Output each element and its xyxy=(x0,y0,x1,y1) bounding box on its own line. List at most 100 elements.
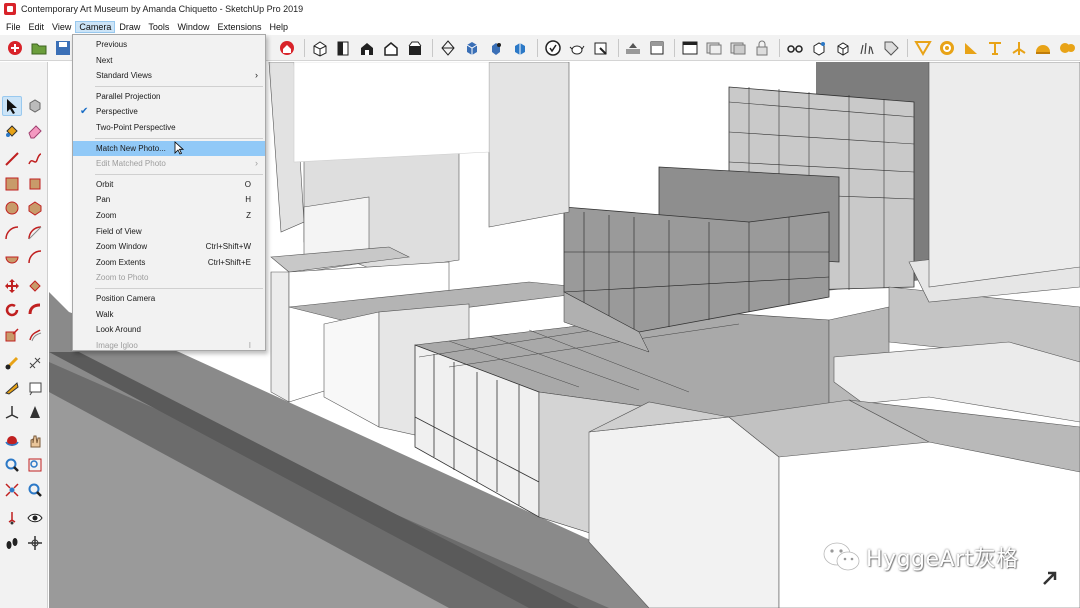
text-button[interactable] xyxy=(984,37,1006,59)
follow-me-tool[interactable] xyxy=(25,300,45,320)
menu-tools[interactable]: Tools xyxy=(144,21,173,33)
walk-tool[interactable] xyxy=(2,533,22,553)
three-point-arc-icon xyxy=(28,250,42,264)
helmet-button[interactable] xyxy=(1032,37,1054,59)
menu-item-previous[interactable]: Previous xyxy=(73,37,265,53)
push-pull-tool[interactable] xyxy=(25,276,45,296)
zoom-window-tool[interactable] xyxy=(25,455,45,475)
rotated-rectangle-tool[interactable] xyxy=(25,174,45,194)
offset-tool[interactable] xyxy=(25,325,45,345)
orbit-tool[interactable] xyxy=(2,431,22,451)
polygon-tool[interactable] xyxy=(25,198,45,218)
intersect-button[interactable] xyxy=(509,37,531,59)
rectangle-tool[interactable] xyxy=(2,174,22,194)
component-cube-button[interactable] xyxy=(461,37,483,59)
menu-item-image-igloo[interactable]: Image Igloo I xyxy=(73,338,265,354)
previous-view-tool[interactable] xyxy=(25,480,45,500)
rotate-tool[interactable] xyxy=(2,300,22,320)
box-button[interactable] xyxy=(832,37,854,59)
trimble-connect-button[interactable] xyxy=(542,37,564,59)
angle-button[interactable] xyxy=(960,37,982,59)
menu-file[interactable]: File xyxy=(2,21,25,33)
lock-button[interactable] xyxy=(751,37,773,59)
scale-tool[interactable] xyxy=(2,325,22,345)
menu-item-match-new-photo[interactable]: Match New Photo... xyxy=(73,140,265,157)
menu-camera[interactable]: Camera xyxy=(75,20,116,33)
x-ray-button[interactable] xyxy=(784,37,806,59)
position-camera-tool[interactable] xyxy=(2,508,22,528)
section-plane-button[interactable] xyxy=(437,37,459,59)
menu-extensions[interactable]: Extensions xyxy=(213,21,265,33)
dimension-button[interactable] xyxy=(1056,37,1078,59)
pan-tool[interactable] xyxy=(25,431,45,451)
freehand-tool[interactable] xyxy=(25,149,45,169)
right-view-button[interactable] xyxy=(380,37,402,59)
shadows-button[interactable] xyxy=(646,37,668,59)
menu-item-field-of-view[interactable]: Field of View xyxy=(73,224,265,240)
sandbox-button[interactable] xyxy=(623,37,645,59)
select-tool[interactable] xyxy=(1,96,22,117)
top-view-button[interactable] xyxy=(333,37,355,59)
menu-item-zoom[interactable]: Zoom Z xyxy=(73,208,265,224)
menu-item-zoom-extents[interactable]: Zoom Extents Ctrl+Shift+E xyxy=(73,255,265,271)
zoom-extents-tool[interactable] xyxy=(2,480,22,500)
eraser-tool[interactable] xyxy=(25,121,45,141)
menu-item-position-camera[interactable]: Position Camera xyxy=(73,291,265,307)
menu-item-walk[interactable]: Walk xyxy=(73,307,265,323)
teapot-button[interactable] xyxy=(566,37,588,59)
front-view-button[interactable] xyxy=(356,37,378,59)
text-tool[interactable] xyxy=(25,378,45,398)
style-wireframe-button[interactable] xyxy=(679,37,701,59)
arc-tool[interactable] xyxy=(2,223,22,243)
menu-item-edit-matched-photo[interactable]: Edit Matched Photo › xyxy=(73,156,265,172)
axes-button[interactable] xyxy=(1008,37,1030,59)
paint-bucket-tool[interactable] xyxy=(2,121,22,141)
three-point-arc-tool[interactable] xyxy=(25,247,45,267)
3d-text-tool[interactable] xyxy=(25,402,45,422)
menu-item-next[interactable]: Next xyxy=(73,53,265,69)
iso-view-button[interactable] xyxy=(309,37,331,59)
move-tool[interactable] xyxy=(2,276,22,296)
new-button[interactable] xyxy=(4,37,26,59)
menu-item-perspective[interactable]: ✔ Perspective xyxy=(73,104,265,120)
menu-window[interactable]: Window xyxy=(173,21,213,33)
back-view-button[interactable] xyxy=(404,37,426,59)
dimension-tool[interactable] xyxy=(25,353,45,373)
menu-item-parallel-projection[interactable]: Parallel Projection xyxy=(73,89,265,105)
style-hidden-line-button[interactable] xyxy=(703,37,725,59)
menu-item-zoom-window[interactable]: Zoom Window Ctrl+Shift+W xyxy=(73,239,265,255)
protractor-tool[interactable] xyxy=(2,378,22,398)
style-shaded-button[interactable] xyxy=(727,37,749,59)
section-plane-tool[interactable] xyxy=(25,533,45,553)
look-around-tool[interactable] xyxy=(25,508,45,528)
pie-tool[interactable] xyxy=(2,247,22,267)
menu-view[interactable]: View xyxy=(48,21,75,33)
section-fill-button[interactable] xyxy=(808,37,830,59)
save-button[interactable] xyxy=(52,37,74,59)
menu-item-zoom-to-photo[interactable]: Zoom to Photo xyxy=(73,270,265,286)
circle-target-button[interactable] xyxy=(936,37,958,59)
zoom-tool[interactable] xyxy=(2,455,22,475)
menu-item-pan[interactable]: Pan H xyxy=(73,192,265,208)
menu-item-standard-views[interactable]: Standard Views › xyxy=(73,68,265,84)
extension-button[interactable] xyxy=(590,37,612,59)
menu-item-look-around[interactable]: Look Around xyxy=(73,322,265,338)
protractor-button[interactable] xyxy=(912,37,934,59)
grass-button[interactable] xyxy=(856,37,878,59)
menu-help[interactable]: Help xyxy=(265,21,292,33)
component-tool[interactable] xyxy=(25,96,45,116)
line-tool[interactable] xyxy=(2,149,22,169)
menu-item-two-point-perspective[interactable]: Two-Point Perspective xyxy=(73,120,265,136)
tape-measure-tool[interactable] xyxy=(2,353,22,373)
menu-edit[interactable]: Edit xyxy=(25,21,49,33)
warehouse-button[interactable] xyxy=(276,37,298,59)
menu-item-orbit[interactable]: Orbit O xyxy=(73,177,265,193)
solid-tools-button[interactable] xyxy=(485,37,507,59)
tag-button[interactable] xyxy=(880,37,902,59)
axes-tool[interactable] xyxy=(2,402,22,422)
circle-tool[interactable] xyxy=(2,198,22,218)
open-button[interactable] xyxy=(28,37,50,59)
two-point-arc-tool[interactable] xyxy=(25,223,45,243)
menu-draw[interactable]: Draw xyxy=(115,21,144,33)
lock-icon xyxy=(756,40,768,55)
